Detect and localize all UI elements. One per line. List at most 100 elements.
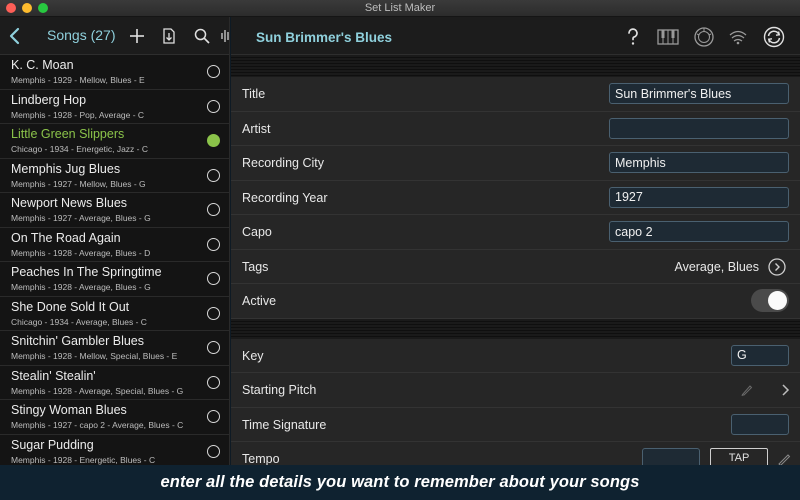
song-meta: Memphis - 1927 - Mellow, Blues - G (11, 178, 146, 189)
song-list-item[interactable]: Lindberg Hop Memphis - 1928 - Pop, Averag… (0, 90, 229, 124)
song-meta: Chicago - 1934 - Average, Blues - C (11, 316, 147, 327)
song-list-title: Songs (27) (47, 27, 116, 43)
tags-row[interactable]: Tags Average, Blues (231, 249, 800, 284)
waveform-icon[interactable] (220, 27, 230, 45)
window-controls (6, 3, 48, 13)
song-list-pane: Songs (27) K. C. Moan Memphis - 1929 - Me… (0, 17, 230, 465)
song-meta: Memphis - 1928 - Average, Blues - D (11, 247, 151, 258)
window-titlebar: Set List Maker (0, 0, 800, 17)
metronome-icon[interactable] (727, 26, 749, 48)
title-label: Title (242, 87, 266, 101)
song-select-radio[interactable] (207, 237, 220, 251)
tempo-label: Tempo (242, 452, 280, 465)
song-select-radio[interactable] (207, 341, 220, 354)
song-list-item[interactable]: K. C. Moan Memphis - 1929 - Mellow, Blues… (0, 55, 229, 90)
time-signature-label: Time Signature (242, 417, 327, 432)
tempo-row: Tempo TAP (231, 442, 800, 465)
song-list-item[interactable]: On The Road Again Memphis - 1928 - Averag… (0, 228, 229, 262)
artist-label: Artist (242, 121, 271, 136)
starting-pitch-row[interactable]: Starting Pitch (231, 373, 800, 408)
song-name: Stingy Woman Blues (11, 403, 127, 417)
song-list-item[interactable]: Sugar Pudding Memphis - 1928 - Energetic,… (0, 435, 229, 466)
key-row: Key (231, 338, 800, 373)
song-name: Peaches In The Springtime (11, 265, 162, 279)
song-name: Memphis Jug Blues (11, 161, 121, 176)
song-select-radio[interactable] (207, 410, 220, 423)
capo-field[interactable] (609, 221, 789, 242)
song-meta: Memphis - 1928 - Pop, Average - C (11, 109, 145, 120)
song-list-item[interactable]: Memphis Jug Blues Memphis - 1927 - Mellow… (0, 159, 229, 193)
tempo-edit-icon[interactable] (776, 451, 792, 465)
sync-icon[interactable] (763, 26, 785, 48)
back-icon[interactable] (6, 26, 24, 46)
tempo-field[interactable] (642, 448, 700, 465)
search-icon[interactable] (193, 27, 211, 45)
zoom-window-button[interactable] (38, 3, 48, 13)
capo-row: Capo (231, 215, 800, 250)
window-title: Set List Maker (364, 2, 436, 14)
help-icon[interactable] (622, 26, 644, 48)
section-divider (231, 318, 800, 339)
song-list-item[interactable]: Stingy Woman Blues Memphis - 1927 - capo … (0, 400, 229, 435)
recording-city-field[interactable] (609, 152, 789, 173)
song-name: Stealin' Stealin' (11, 368, 96, 383)
song-select-radio[interactable] (207, 99, 220, 113)
song-meta: Memphis - 1927 - capo 2 - Average, Blues… (11, 420, 184, 430)
song-name: Newport News Blues (11, 196, 128, 210)
song-select-radio[interactable] (207, 203, 220, 216)
pitch-pipe-icon[interactable] (693, 26, 715, 48)
song-meta: Memphis - 1928 - Average, Blues - G (11, 282, 151, 292)
song-select-radio[interactable] (207, 65, 220, 78)
song-name: Sugar Pudding (11, 437, 94, 452)
minimize-window-button[interactable] (22, 3, 32, 13)
song-list-item[interactable]: Snitchin' Gambler Blues Memphis - 1928 - … (0, 331, 229, 366)
recording-year-label: Recording Year (242, 190, 328, 205)
song-list-item[interactable]: Little Green Slippers Chicago - 1934 - En… (0, 124, 229, 159)
song-select-radio[interactable] (207, 134, 220, 147)
song-detail-pane: Sun Brimmer's Blues Title Sun Brimmer's … (231, 17, 800, 465)
song-select-radio[interactable] (207, 306, 220, 320)
recording-city-label: Recording City (242, 156, 324, 170)
song-list-item[interactable]: She Done Sold It Out Chicago - 1934 - Ave… (0, 297, 229, 331)
detail-navbar: Sun Brimmer's Blues (231, 17, 800, 55)
keyboard-icon[interactable] (657, 26, 679, 48)
starting-pitch-label: Starting Pitch (242, 383, 317, 397)
add-icon[interactable] (128, 27, 146, 45)
chevron-right-icon[interactable] (780, 383, 790, 397)
song-name: Little Green Slippers (11, 127, 125, 141)
time-signature-field[interactable] (731, 413, 789, 435)
song-select-radio[interactable] (207, 444, 220, 458)
song-select-radio[interactable] (207, 272, 220, 285)
recording-year-field[interactable] (609, 186, 789, 208)
song-list-navbar: Songs (27) (0, 17, 229, 55)
song-list-item[interactable]: Peaches In The Springtime Memphis - 1928 … (0, 262, 229, 297)
pitch-edit-icon[interactable] (740, 383, 754, 397)
tags-label: Tags (242, 259, 269, 274)
key-field[interactable] (731, 344, 789, 366)
song-select-radio[interactable] (207, 375, 220, 389)
recording-city-row: Recording City (231, 146, 800, 181)
import-icon[interactable] (160, 27, 178, 45)
title-field[interactable] (609, 83, 789, 104)
capo-label: Capo (242, 225, 272, 239)
song-meta: Memphis - 1929 - Mellow, Blues - E (11, 75, 145, 85)
song-meta: Chicago - 1934 - Energetic, Jazz - C (11, 144, 149, 154)
section-divider (231, 55, 800, 77)
song-list: K. C. Moan Memphis - 1929 - Mellow, Blues… (0, 55, 229, 465)
song-name: Snitchin' Gambler Blues (11, 334, 145, 348)
song-select-radio[interactable] (207, 168, 220, 182)
caption-text: enter all the details you want to rememb… (160, 473, 640, 491)
song-name: K. C. Moan (11, 58, 74, 72)
active-toggle[interactable] (751, 289, 789, 312)
song-detail-title: Sun Brimmer's Blues (256, 30, 393, 45)
tap-tempo-button[interactable]: TAP (710, 448, 768, 465)
song-list-item[interactable]: Newport News Blues Memphis - 1927 - Avera… (0, 193, 229, 228)
close-window-button[interactable] (6, 3, 16, 13)
artist-field[interactable] (609, 117, 789, 139)
song-meta: Memphis - 1928 - Mellow, Special, Blues … (11, 351, 178, 361)
active-label: Active (242, 294, 277, 308)
song-list-item[interactable]: Stealin' Stealin' Memphis - 1928 - Averag… (0, 366, 229, 400)
time-signature-row: Time Signature (231, 407, 800, 442)
artist-row: Artist (231, 111, 800, 146)
disclosure-chevron-icon[interactable] (768, 257, 786, 276)
